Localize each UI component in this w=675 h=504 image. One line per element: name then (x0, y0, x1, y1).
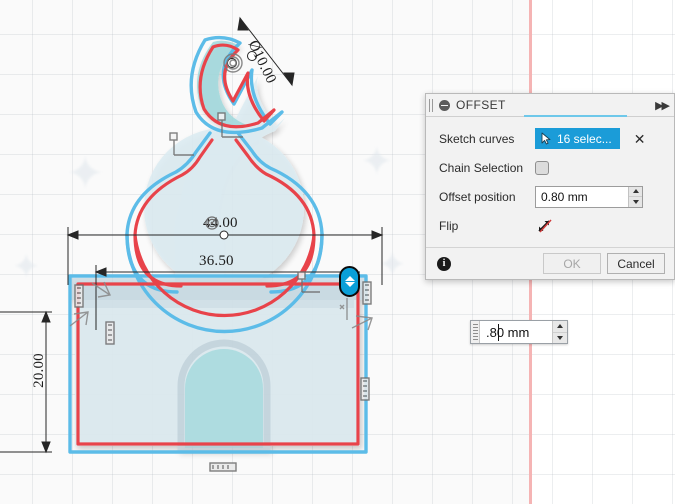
chain-selection-label: Chain Selection (439, 160, 524, 175)
flip-down-arrow-icon (344, 282, 355, 287)
offset-decrement-button[interactable] (629, 196, 642, 207)
chevron-down-icon (557, 335, 563, 340)
chevron-up-icon (557, 324, 563, 329)
info-icon[interactable]: i (437, 256, 451, 271)
vertical-constraint-icon (74, 284, 84, 308)
sketch-curves-selection-count: 16 selec... (557, 131, 612, 146)
dialog-action-buttons: OK Cancel (543, 253, 665, 274)
sketch-curves-selection-button[interactable]: 16 selec... (535, 128, 620, 149)
collapse-icon[interactable] (439, 99, 450, 111)
row-chain-selection: Chain Selection (426, 153, 674, 182)
height-dimension-label[interactable]: 20.00 (31, 353, 48, 388)
inline-input-stepper[interactable] (552, 321, 567, 343)
text-caret (498, 324, 499, 341)
offset-position-stepper[interactable] (628, 186, 642, 207)
chevron-up-icon (632, 189, 639, 194)
inline-offset-value-input[interactable]: .80 mm (470, 320, 568, 344)
row-flip: Flip (426, 211, 674, 240)
sketch-curves-label: Sketch curves (439, 131, 515, 146)
dialog-body: Sketch curves 16 selec... ✕ Chain Select… (426, 117, 674, 240)
vertical-constraint-icon (360, 377, 370, 401)
inline-input-increment-button[interactable] (553, 321, 567, 332)
dialog-title: OFFSET (456, 98, 506, 112)
flip-direction-icon[interactable] (535, 217, 555, 235)
offset-dialog[interactable]: OFFSET ▶▶ Sketch curves 16 selec... ✕ Ch… (425, 93, 675, 280)
clear-selection-icon[interactable]: ✕ (634, 132, 646, 146)
dialog-title-bar[interactable]: OFFSET ▶▶ (426, 94, 674, 117)
offset-position-label: Offset position (439, 189, 516, 204)
vertical-constraint-icon (105, 321, 115, 345)
expand-right-icon[interactable]: ▶▶ (655, 99, 670, 112)
inline-input-decrement-button[interactable] (553, 331, 567, 344)
offset-position-field[interactable]: 0.80 mm (535, 185, 643, 208)
inline-input-value: .80 mm (486, 324, 530, 340)
cancel-button[interactable]: Cancel (607, 253, 665, 274)
row-sketch-curves: Sketch curves 16 selec... ✕ (426, 124, 674, 153)
inline-input-field[interactable]: .80 mm (480, 321, 552, 343)
concentric-constraint-icon (205, 216, 219, 230)
flip-label: Flip (439, 218, 459, 233)
offset-increment-button[interactable] (629, 187, 642, 197)
ok-button[interactable]: OK (543, 253, 601, 274)
vertical-constraint-icon (362, 281, 372, 305)
width-lower-dimension-label[interactable]: 36.50 (199, 253, 234, 270)
inline-input-drag-grip[interactable] (471, 321, 480, 343)
flip-direction-handle[interactable] (339, 266, 360, 297)
horizontal-constraint-icon (209, 462, 237, 472)
offset-position-value: 0.80 mm (541, 189, 588, 204)
cursor-arrow-icon (541, 132, 551, 145)
row-offset-position: Offset position 0.80 mm (426, 182, 674, 211)
chevron-down-icon (632, 199, 639, 204)
cad-application-window: ✦ ✦ ✦ ✦ Ø10.00 44.00 36.50 20.00 .80 mm … (0, 0, 675, 504)
dialog-footer: i OK Cancel (426, 247, 674, 279)
dialog-drag-grip[interactable] (429, 98, 435, 112)
dialog-accent-underline (524, 115, 627, 117)
chain-selection-checkbox[interactable] (535, 160, 549, 175)
flip-up-arrow-icon (344, 276, 355, 281)
